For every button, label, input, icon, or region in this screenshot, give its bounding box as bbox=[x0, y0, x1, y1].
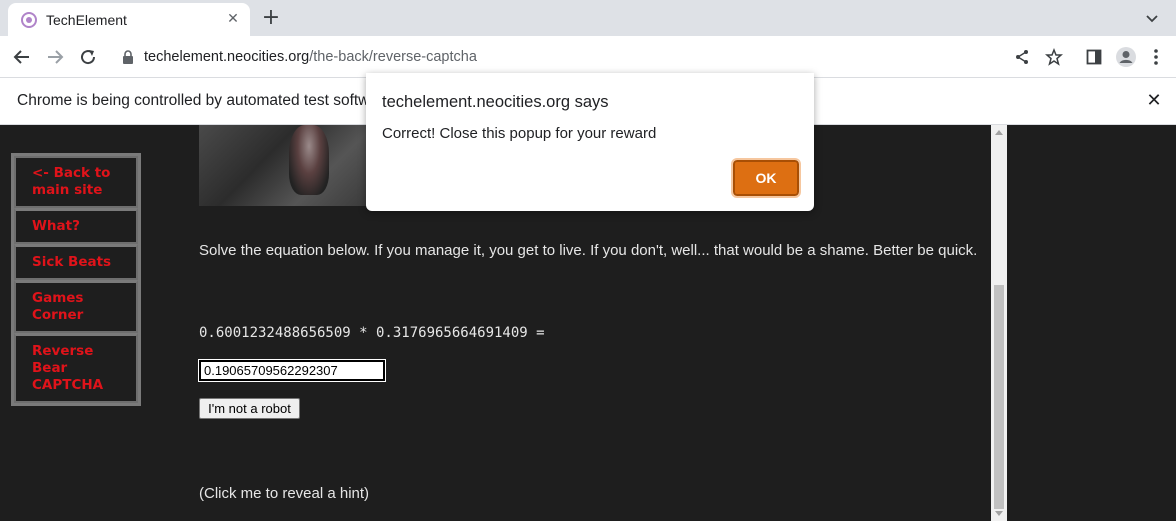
sidebar-item-back[interactable]: <- Back to main site bbox=[14, 156, 138, 208]
site-favicon-icon bbox=[21, 11, 37, 28]
alert-dialog: techelement.neocities.org says Correct! … bbox=[366, 73, 814, 211]
sidebar-item-reverse-captcha[interactable]: Reverse Bear CAPTCHA bbox=[14, 333, 138, 403]
scroll-down-arrow-icon[interactable] bbox=[991, 509, 1007, 519]
tab-strip: TechElement ✕ + bbox=[0, 0, 1176, 36]
lock-icon bbox=[123, 50, 133, 64]
url-text: techelement.neocities.org/the-back/rever… bbox=[144, 49, 477, 65]
profile-avatar-icon[interactable] bbox=[1114, 45, 1138, 69]
hint-link[interactable]: (Click me to reveal a hint) bbox=[199, 485, 369, 502]
ok-button[interactable]: OK bbox=[731, 158, 801, 198]
answer-input[interactable] bbox=[198, 359, 386, 382]
menu-kebab-icon[interactable] bbox=[1144, 45, 1168, 69]
back-arrow-icon[interactable] bbox=[10, 45, 34, 69]
bear-figure-image bbox=[289, 125, 329, 195]
sidebar-item-games-corner[interactable]: Games Corner bbox=[14, 280, 138, 333]
equation-text: 0.6001232488656509 * 0.3176965664691409 … bbox=[199, 325, 545, 341]
dialog-message: Correct! Close this popup for your rewar… bbox=[382, 125, 657, 142]
dialog-title: techelement.neocities.org says bbox=[382, 93, 609, 111]
scrollbar-thumb[interactable] bbox=[994, 285, 1004, 509]
infobar-text: Chrome is being controlled by automated … bbox=[17, 92, 397, 109]
browser-tab[interactable]: TechElement ✕ bbox=[8, 3, 250, 36]
sidebar-item-sick-beats[interactable]: Sick Beats bbox=[14, 244, 138, 280]
new-tab-icon[interactable]: + bbox=[259, 5, 283, 30]
tab-title: TechElement bbox=[46, 11, 127, 28]
bookmark-star-icon[interactable] bbox=[1042, 45, 1066, 69]
browser-toolbar: techelement.neocities.org/the-back/rever… bbox=[0, 36, 1176, 78]
page-scrollbar[interactable] bbox=[991, 125, 1007, 521]
chevron-down-icon[interactable] bbox=[1142, 8, 1162, 28]
intro-text: Solve the equation below. If you manage … bbox=[199, 242, 978, 259]
scroll-up-arrow-icon[interactable] bbox=[991, 127, 1007, 137]
side-panel-icon[interactable] bbox=[1082, 45, 1106, 69]
sidebar-item-what[interactable]: What? bbox=[14, 208, 138, 244]
close-tab-icon[interactable]: ✕ bbox=[224, 10, 242, 28]
forward-arrow-icon[interactable] bbox=[43, 45, 67, 69]
not-a-robot-button[interactable]: I'm not a robot bbox=[199, 398, 300, 419]
header-image bbox=[199, 125, 369, 206]
address-bar[interactable]: techelement.neocities.org/the-back/rever… bbox=[110, 40, 1070, 74]
sidebar-nav: <- Back to main site What? Sick Beats Ga… bbox=[11, 153, 141, 406]
reload-icon[interactable] bbox=[76, 45, 100, 69]
close-icon[interactable]: ✕ bbox=[1144, 90, 1164, 111]
share-icon[interactable] bbox=[1010, 45, 1034, 69]
